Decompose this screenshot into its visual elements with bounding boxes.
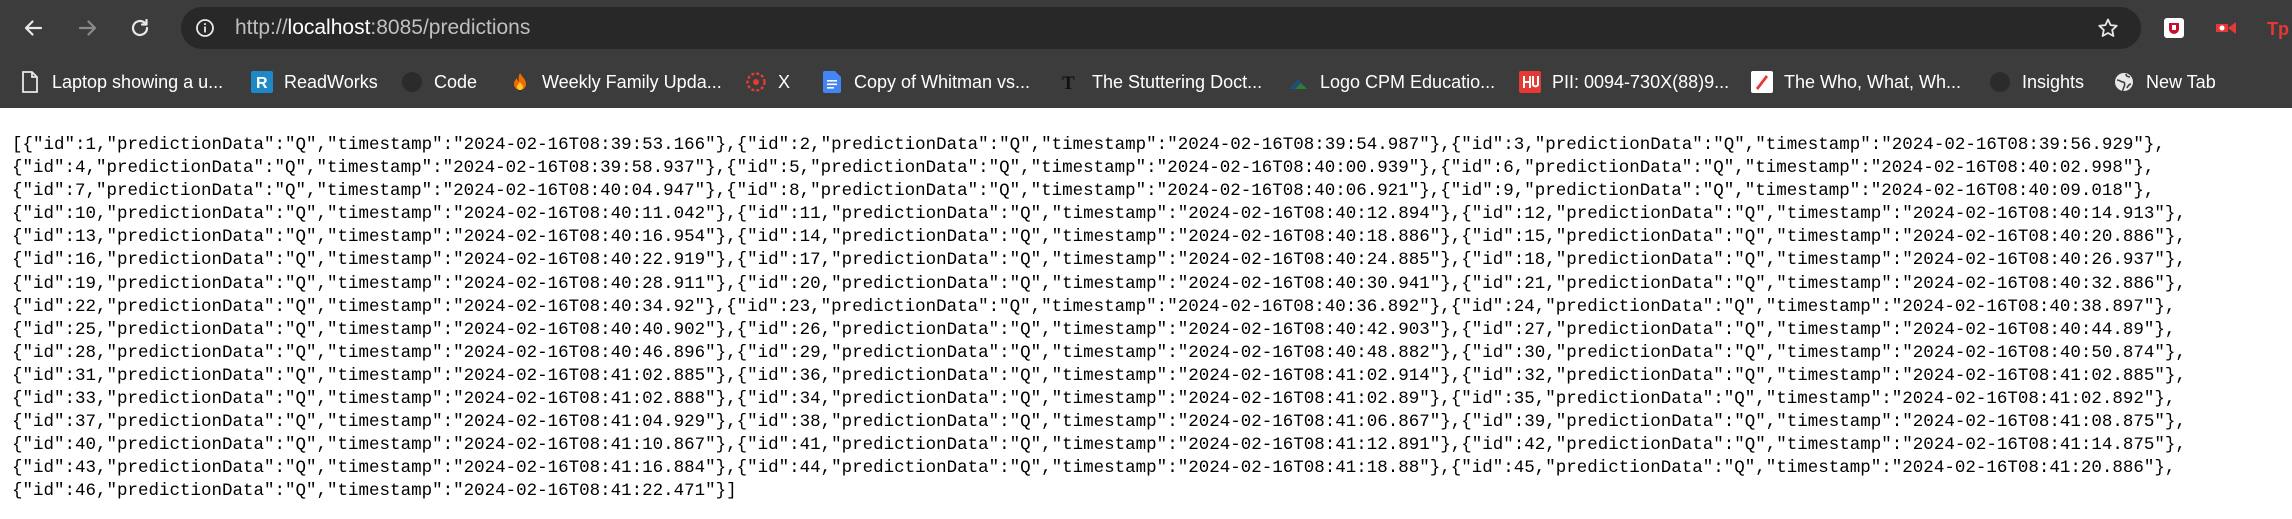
bookmark-item[interactable]: PII: 0094-730X(88)9... <box>1518 56 1729 108</box>
forward-button[interactable] <box>70 10 106 46</box>
bookmark-item[interactable]: New Tab <box>2112 56 2216 108</box>
svg-text:R: R <box>256 75 268 92</box>
svg-text:T: T <box>1062 73 1075 93</box>
bookmark-item[interactable]: Weekly Family Upda... <box>508 56 722 108</box>
bookmark-item[interactable]: T The Stuttering Doct... <box>1058 56 1262 108</box>
extension-shield-icon[interactable] <box>2162 16 2186 40</box>
reload-icon <box>131 18 149 37</box>
json-line: {"id":46,"predictionData":"Q","timestamp… <box>12 481 737 502</box>
json-line: {"id":43,"predictionData":"Q","timestamp… <box>12 458 2176 479</box>
page-content: [{"id":1,"predictionData":"Q","timestamp… <box>0 108 2292 519</box>
arrow-left-icon <box>24 20 43 36</box>
google-docs-icon <box>820 70 844 94</box>
bookmark-label: Logo CPM Educatio... <box>1320 71 1496 92</box>
bookmark-label: New Tab <box>2146 71 2216 92</box>
who-what-icon <box>1750 70 1774 94</box>
star-icon[interactable] <box>2097 17 2119 39</box>
cpm-icon <box>1286 70 1310 94</box>
bookmark-item[interactable]: Code <box>400 56 477 108</box>
bookmark-item[interactable]: Insights <box>1988 56 2084 108</box>
url-path: :8085/predictions <box>370 16 531 39</box>
bookmark-label: Weekly Family Upda... <box>542 71 722 92</box>
json-line: {"id":33,"predictionData":"Q","timestamp… <box>12 389 2176 410</box>
json-line: {"id":19,"predictionData":"Q","timestamp… <box>12 273 2186 294</box>
x-circle-icon <box>744 70 768 94</box>
json-line: {"id":25,"predictionData":"Q","timestamp… <box>12 319 2176 340</box>
back-button[interactable] <box>15 10 51 46</box>
extension-tp-icon[interactable]: Tp <box>2266 16 2290 40</box>
json-line: {"id":7,"predictionData":"Q","timestamp"… <box>12 181 2155 202</box>
extension-record-icon[interactable] <box>2214 16 2238 40</box>
json-line: {"id":40,"predictionData":"Q","timestamp… <box>12 435 2186 456</box>
github-icon <box>1988 70 2012 94</box>
nyt-icon: T <box>1058 70 1082 94</box>
json-line: {"id":22,"predictionData":"Q","timestamp… <box>12 296 2176 317</box>
bookmark-item[interactable]: R ReadWorks <box>250 56 378 108</box>
browser-toolbar: http://localhost:8085/predictions Tp <box>0 0 2292 56</box>
bookmark-item[interactable]: Logo CPM Educatio... <box>1286 56 1495 108</box>
bookmark-label: X <box>778 71 791 92</box>
json-line: [{"id":1,"predictionData":"Q","timestamp… <box>12 135 2165 155</box>
elsevier-icon <box>1518 70 1542 94</box>
json-line: {"id":37,"predictionData":"Q","timestamp… <box>12 412 2186 433</box>
bookmark-label: Code <box>434 71 478 92</box>
reload-button[interactable] <box>122 10 158 46</box>
json-line: {"id":16,"predictionData":"Q","timestamp… <box>12 250 2186 271</box>
svg-text:Tp: Tp <box>2267 19 2289 39</box>
json-line: {"id":4,"predictionData":"Q","timestamp"… <box>12 158 2155 179</box>
flame-icon <box>508 70 532 94</box>
address-bar[interactable]: http://localhost:8085/predictions <box>181 7 2141 49</box>
arrow-right-icon <box>78 20 97 36</box>
bookmark-label: The Who, What, Wh... <box>1784 71 1962 92</box>
browser-chrome: http://localhost:8085/predictions Tp Lap… <box>0 0 2292 109</box>
bookmark-label: Laptop showing a u... <box>52 71 224 92</box>
info-icon[interactable] <box>195 18 215 38</box>
bookmark-item[interactable]: Laptop showing a u... <box>18 56 223 108</box>
url-scheme: http:// <box>235 16 288 39</box>
json-line: {"id":10,"predictionData":"Q","timestamp… <box>12 204 2186 225</box>
json-line: {"id":31,"predictionData":"Q","timestamp… <box>12 365 2186 386</box>
url-text[interactable]: http://localhost:8085/predictions <box>235 7 530 49</box>
bookmark-item[interactable]: Copy of Whitman vs... <box>820 56 1030 108</box>
json-line: {"id":28,"predictionData":"Q","timestamp… <box>12 342 2186 363</box>
bookmark-label: PII: 0094-730X(88)9... <box>1552 71 1730 92</box>
bookmark-label: ReadWorks <box>284 71 378 92</box>
bookmark-item[interactable]: X <box>744 56 790 108</box>
github-icon <box>400 70 424 94</box>
bookmark-label: Copy of Whitman vs... <box>854 71 1031 92</box>
bookmarks-bar: Laptop showing a u... R ReadWorks Code W… <box>0 56 2292 109</box>
bookmark-label: The Stuttering Doct... <box>1092 71 1263 92</box>
globe-icon <box>2112 70 2136 94</box>
document-icon <box>18 70 42 94</box>
json-line: {"id":13,"predictionData":"Q","timestamp… <box>12 227 2186 248</box>
url-host: localhost <box>287 16 371 39</box>
readworks-icon: R <box>250 70 274 94</box>
bookmark-item[interactable]: The Who, What, Wh... <box>1750 56 1961 108</box>
bookmark-label: Insights <box>2022 71 2085 92</box>
